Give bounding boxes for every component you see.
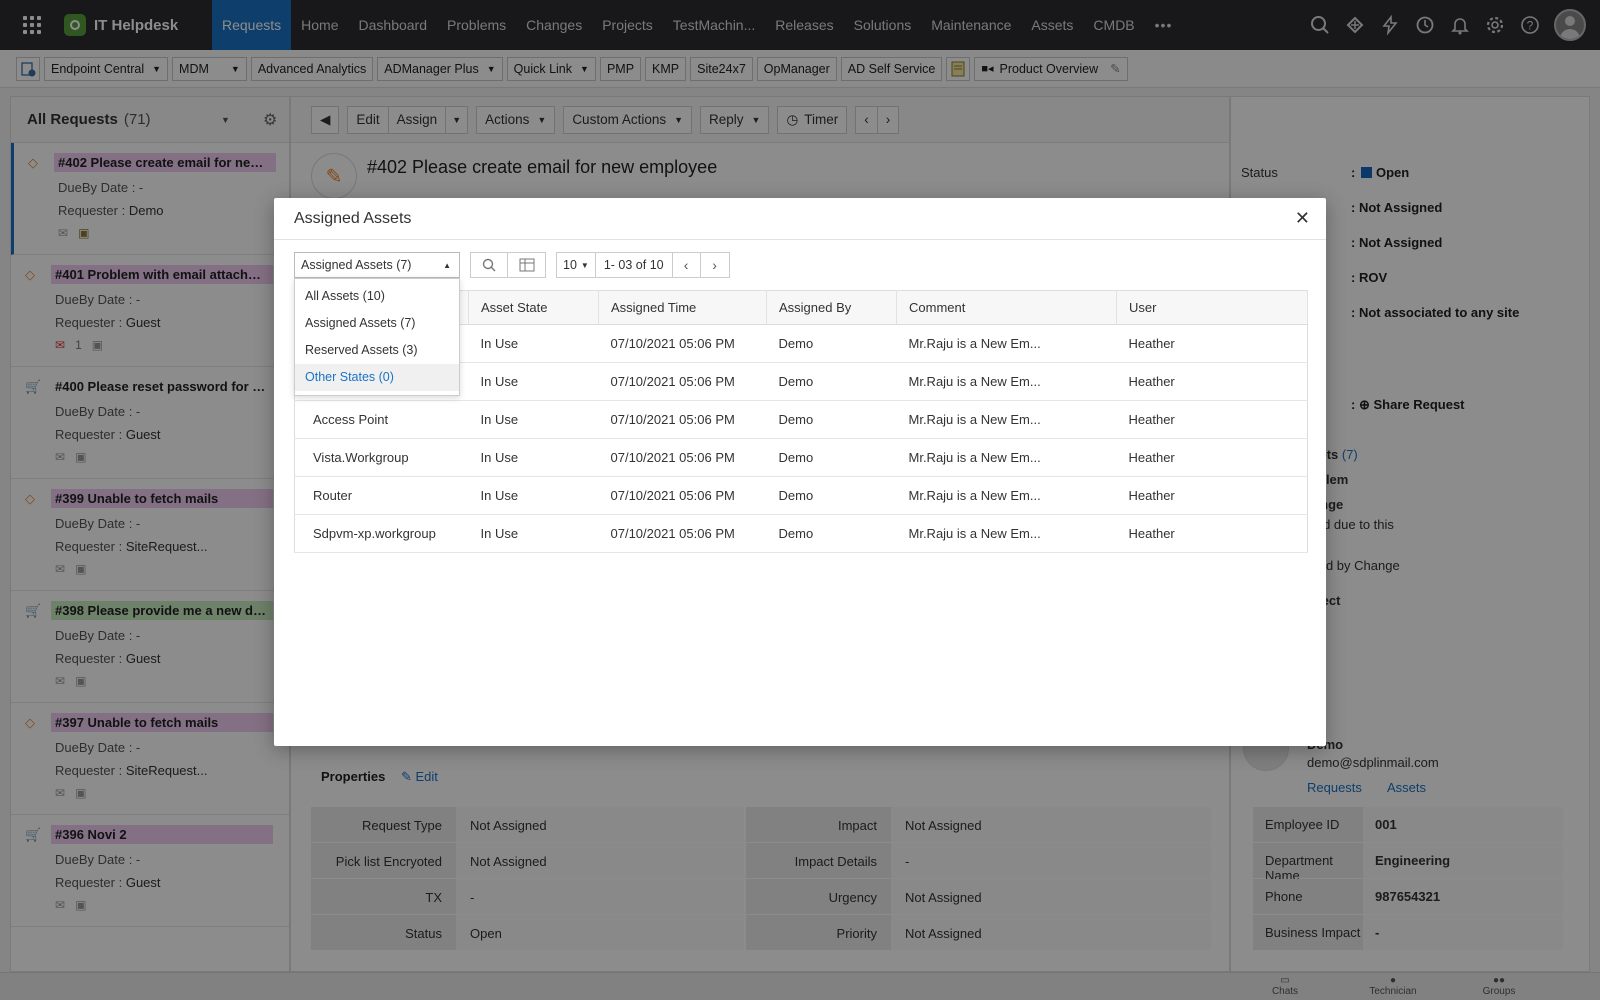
dialog-title: Assigned Assets bbox=[294, 209, 412, 227]
table-cell: 07/10/2021 05:06 PM bbox=[598, 324, 767, 363]
table-columns-icon bbox=[519, 258, 534, 272]
filter-option-reserved-assets[interactable]: Reserved Assets (3) bbox=[295, 337, 459, 364]
table-cell: Demo bbox=[766, 438, 897, 477]
table-cell: In Use bbox=[468, 324, 599, 363]
table-cell: In Use bbox=[468, 514, 599, 553]
asset-filter-dropdown: All Assets (10) Assigned Assets (7) Rese… bbox=[294, 278, 460, 396]
table-cell: 07/10/2021 05:06 PM bbox=[598, 438, 767, 477]
table-cell: Demo bbox=[766, 362, 897, 401]
table-cell: In Use bbox=[468, 476, 599, 515]
table-cell: Heather bbox=[1116, 438, 1308, 477]
table-cell: 07/10/2021 05:06 PM bbox=[598, 514, 767, 553]
table-row[interactable]: Router In Use 07/10/2021 05:06 PM Demo Mr.Ra… bbox=[294, 476, 1308, 515]
table-cell: Access Point bbox=[294, 400, 469, 439]
column-chooser-button[interactable] bbox=[508, 252, 546, 278]
table-cell: Demo bbox=[766, 476, 897, 515]
next-page-button[interactable]: › bbox=[701, 253, 729, 277]
table-row[interactable]: Sdpvm-xp.workgroup In Use 07/10/2021 05:06… bbox=[294, 514, 1308, 553]
table-cell: 07/10/2021 05:06 PM bbox=[598, 362, 767, 401]
chevron-down-icon: ▼ bbox=[580, 260, 589, 270]
table-cell: Demo bbox=[766, 324, 897, 363]
table-cell: Mr.Raju is a New Em... bbox=[896, 514, 1117, 553]
table-cell: Mr.Raju is a New Em... bbox=[896, 324, 1117, 363]
chevron-up-icon: ▲ bbox=[443, 260, 451, 270]
column-header[interactable]: Assigned By bbox=[766, 290, 897, 325]
per-page-value: 10 bbox=[563, 258, 577, 272]
filter-option-all-assets[interactable]: All Assets (10) bbox=[295, 283, 459, 310]
asset-filter-value: Assigned Assets (7) bbox=[301, 258, 412, 272]
close-icon[interactable]: ✕ bbox=[1295, 208, 1310, 229]
table-cell: Mr.Raju is a New Em... bbox=[896, 362, 1117, 401]
table-cell: Mr.Raju is a New Em... bbox=[896, 400, 1117, 439]
column-header[interactable]: Asset State bbox=[468, 290, 599, 325]
column-header[interactable]: Assigned Time bbox=[598, 290, 767, 325]
previous-page-button[interactable]: ‹ bbox=[673, 253, 701, 277]
table-row[interactable]: Vista.Workgroup In Use 07/10/2021 05:06 PM… bbox=[294, 438, 1308, 477]
filter-option-assigned-assets[interactable]: Assigned Assets (7) bbox=[295, 310, 459, 337]
chevron-right-icon: › bbox=[712, 257, 717, 273]
table-cell: Demo bbox=[766, 400, 897, 439]
filter-option-other-states[interactable]: Other States (0) bbox=[295, 364, 459, 391]
table-cell: Heather bbox=[1116, 400, 1308, 439]
dialog-header: Assigned Assets ✕ bbox=[274, 198, 1326, 240]
table-cell: Heather bbox=[1116, 476, 1308, 515]
table-cell: Vista.Workgroup bbox=[294, 438, 469, 477]
assigned-assets-dialog: Assigned Assets ✕ Assigned Assets (7) ▲ … bbox=[274, 198, 1326, 746]
table-cell: Mr.Raju is a New Em... bbox=[896, 476, 1117, 515]
search-icon bbox=[482, 258, 496, 272]
table-cell: Heather bbox=[1116, 362, 1308, 401]
table-cell: Mr.Raju is a New Em... bbox=[896, 438, 1117, 477]
page-range: 1- 03 of 10 bbox=[596, 253, 673, 277]
dialog-toolbar: Assigned Assets (7) ▲ 10 ▼ 1- 03 of 10 ‹ … bbox=[294, 252, 730, 278]
per-page-select[interactable]: 10 ▼ bbox=[557, 253, 596, 277]
table-cell: In Use bbox=[468, 438, 599, 477]
chevron-left-icon: ‹ bbox=[683, 257, 689, 273]
asset-filter-select[interactable]: Assigned Assets (7) ▲ bbox=[294, 252, 460, 278]
search-button[interactable] bbox=[470, 252, 508, 278]
table-cell: 07/10/2021 05:06 PM bbox=[598, 400, 767, 439]
table-cell: Demo bbox=[766, 514, 897, 553]
column-header[interactable]: Comment bbox=[896, 290, 1117, 325]
table-cell: Sdpvm-xp.workgroup bbox=[294, 514, 469, 553]
column-header[interactable]: User bbox=[1116, 290, 1308, 325]
table-cell: In Use bbox=[468, 362, 599, 401]
table-row[interactable]: Access Point In Use 07/10/2021 05:06 PM Dem… bbox=[294, 400, 1308, 439]
table-cell: Heather bbox=[1116, 324, 1308, 363]
table-cell: Heather bbox=[1116, 514, 1308, 553]
table-cell: Router bbox=[294, 476, 469, 515]
table-cell: 07/10/2021 05:06 PM bbox=[598, 476, 767, 515]
pagination: 10 ▼ 1- 03 of 10 ‹ › bbox=[556, 252, 730, 278]
table-cell: In Use bbox=[468, 400, 599, 439]
